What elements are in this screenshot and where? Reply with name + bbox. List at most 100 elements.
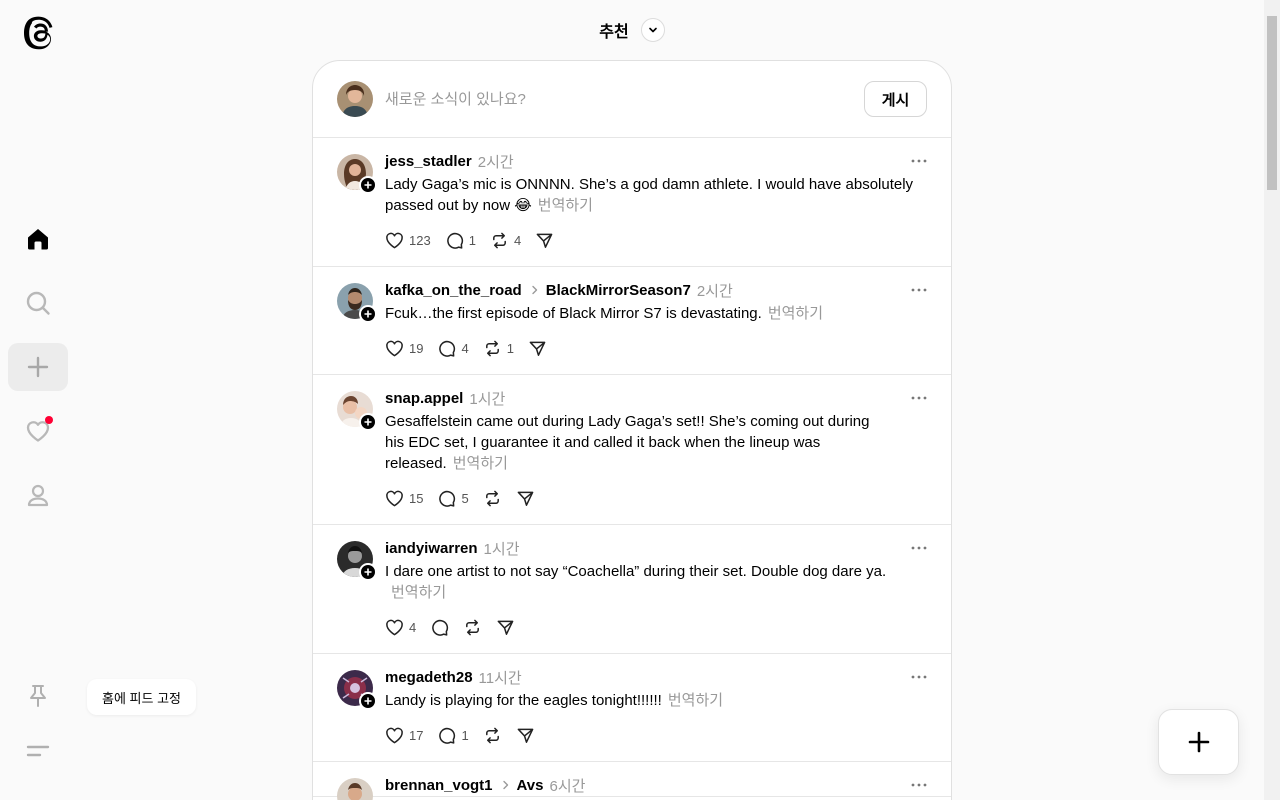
send-icon	[497, 620, 514, 635]
translate-link[interactable]: 번역하기	[768, 305, 823, 322]
send-icon	[517, 728, 534, 743]
feed-title: 추천	[599, 24, 629, 41]
floating-create-button[interactable]	[1158, 709, 1239, 775]
pin-feed-button[interactable]	[8, 672, 68, 720]
follow-badge[interactable]	[359, 176, 377, 194]
repost-button[interactable]	[483, 484, 502, 512]
username[interactable]: kafka_on_the_road	[385, 282, 522, 299]
repost-button[interactable]	[463, 613, 482, 641]
translate-link[interactable]: 번역하기	[453, 455, 508, 472]
like-button[interactable]: 15	[385, 484, 423, 512]
like-count: 4	[409, 619, 417, 635]
more-options-button[interactable]	[911, 279, 927, 301]
nav-create[interactable]	[8, 343, 68, 391]
avatar[interactable]	[337, 283, 377, 323]
post-body: Landy is playing for the eagles tonight!…	[385, 692, 662, 709]
like-button[interactable]: 123	[385, 226, 431, 254]
post-header: kafka_on_the_road BlackMirrorSeason7 2시간	[385, 279, 927, 301]
share-button[interactable]	[528, 334, 547, 362]
chevron-right-icon	[531, 285, 539, 295]
nav-profile[interactable]	[8, 471, 68, 519]
repost-button[interactable]: 1	[483, 334, 514, 362]
more-options-button[interactable]	[911, 666, 927, 688]
like-button[interactable]: 4	[385, 613, 416, 641]
share-button[interactable]	[516, 484, 535, 512]
nav-activity[interactable]	[8, 407, 68, 455]
username[interactable]: iandyiwarren	[385, 540, 478, 557]
repost-icon	[485, 490, 499, 506]
translate-link[interactable]: 번역하기	[538, 197, 593, 214]
follow-badge[interactable]	[359, 692, 377, 710]
reply-button[interactable]: 5	[437, 484, 469, 512]
post-time[interactable]: 2시간	[697, 280, 733, 301]
like-count: 17	[409, 727, 424, 743]
avatar[interactable]	[337, 154, 377, 194]
translate-link[interactable]: 번역하기	[668, 692, 723, 709]
more-options-button[interactable]	[911, 537, 927, 559]
community-name[interactable]: BlackMirrorSeason7	[546, 282, 691, 299]
plus-icon	[364, 418, 372, 426]
like-button[interactable]: 19	[385, 334, 423, 362]
post-text: Lady Gaga’s mic is ONNNN. She’s a god da…	[385, 174, 929, 216]
reply-button[interactable]	[430, 613, 449, 641]
post-actions: 123 1 4	[385, 222, 927, 258]
post-text: I dare one artist to not say “Coachella”…	[385, 561, 895, 603]
repost-button[interactable]: 4	[490, 226, 521, 254]
username[interactable]: brennan_vogt1	[385, 777, 493, 794]
send-icon	[517, 491, 534, 506]
threads-logo-icon[interactable]	[22, 16, 54, 50]
reply-button[interactable]: 1	[445, 226, 476, 254]
nav-home[interactable]	[8, 215, 68, 263]
menu-button[interactable]	[8, 727, 68, 775]
plus-icon	[364, 568, 372, 576]
person-icon	[27, 484, 49, 507]
composer-input[interactable]	[385, 90, 864, 108]
post-time[interactable]: 11시간	[479, 667, 522, 688]
more-icon	[911, 783, 927, 787]
follow-badge[interactable]	[359, 563, 377, 581]
post-text: Gesaffelstein came out during Lady Gaga’…	[385, 411, 885, 474]
heart-icon	[386, 619, 403, 635]
post-button[interactable]: 게시	[864, 81, 927, 117]
repost-icon	[466, 619, 480, 635]
post-text: Landy is playing for the eagles tonight!…	[385, 690, 929, 711]
translate-link[interactable]: 번역하기	[391, 584, 446, 601]
avatar[interactable]	[337, 670, 377, 710]
avatar[interactable]	[337, 391, 377, 431]
post-time[interactable]: 1시간	[484, 538, 520, 559]
more-icon	[911, 288, 927, 292]
chevron-right-icon	[502, 780, 510, 790]
heart-icon	[386, 727, 403, 743]
repost-button[interactable]	[483, 721, 502, 749]
post-time[interactable]: 1시간	[469, 388, 505, 409]
post-time[interactable]: 6시간	[550, 775, 586, 796]
share-button[interactable]	[496, 613, 515, 641]
more-options-button[interactable]	[911, 150, 927, 172]
reply-button[interactable]: 4	[437, 334, 469, 362]
username[interactable]: jess_stadler	[385, 153, 472, 170]
community-name[interactable]: Avs	[517, 777, 544, 794]
follow-badge[interactable]	[359, 305, 377, 323]
scrollbar[interactable]	[1264, 0, 1280, 800]
reply-button[interactable]: 1	[437, 721, 469, 749]
post-time[interactable]: 2시간	[478, 151, 514, 172]
pin-icon	[30, 685, 46, 707]
share-button[interactable]	[516, 721, 535, 749]
post-item: snap.appel 1시간 Gesaffelstein came out du…	[313, 375, 951, 525]
username[interactable]: megadeth28	[385, 669, 473, 686]
more-options-button[interactable]	[911, 774, 927, 796]
share-button[interactable]	[535, 226, 554, 254]
feed-switcher-button[interactable]	[640, 18, 665, 42]
more-options-button[interactable]	[911, 387, 927, 409]
avatar[interactable]	[337, 541, 377, 581]
like-button[interactable]: 17	[385, 721, 423, 749]
repost-count: 1	[506, 340, 514, 356]
avatar[interactable]	[337, 778, 373, 800]
post-header: snap.appel 1시간	[385, 387, 927, 409]
feed-header: 추천	[313, 12, 951, 48]
username[interactable]: snap.appel	[385, 390, 463, 407]
feed: 게시 jess_stadler 2시간 Lady Gaga’s mic is O…	[312, 60, 952, 800]
nav-search[interactable]	[8, 279, 68, 327]
follow-badge[interactable]	[359, 413, 377, 431]
scrollbar-thumb[interactable]	[1267, 16, 1277, 190]
